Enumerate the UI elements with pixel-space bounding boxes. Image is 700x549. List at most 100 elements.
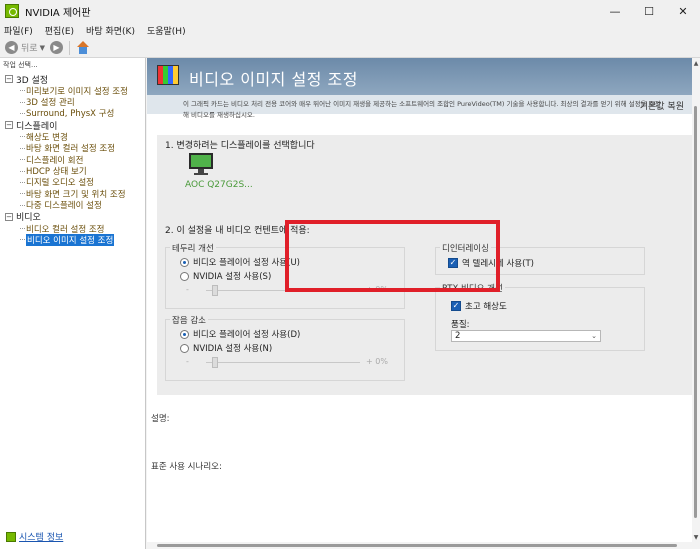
noise-nvidia-option[interactable]: NVIDIA 설정 사용(N) [180,342,272,354]
back-history-dropdown-icon[interactable]: ▼ [40,44,45,52]
radio-label: NVIDIA 설정 사용(N) [193,344,273,354]
slider-minus-label: - [186,285,189,294]
radio-label: 비디오 플레이어 설정 사용(U) [193,258,300,268]
usage-scenario-label: 표준 사용 시나리오: [151,462,222,472]
tree-item-label[interactable]: 3D 설정 관리 [26,96,75,108]
tree-item-label[interactable]: Surround, PhysX 구성 [26,107,114,119]
toolbar: ◀ 뒤로 ▼ ▶ [0,38,700,58]
slider-value-label: + 0% [366,357,388,366]
tree-category-label: 비디오 [16,213,41,224]
window-title: NVIDIA 제어판 [25,7,91,19]
back-arrow-icon[interactable]: ◀ [5,41,18,54]
radio-unselected-icon[interactable] [180,343,189,353]
display-monitor-icon[interactable] [189,153,213,177]
radio-unselected-icon[interactable] [180,271,189,281]
tree-item-video-color[interactable]: 비디오 컬러 설정 조정 [0,223,146,235]
vertical-scrollbar[interactable]: ▲ ▼ [692,58,700,546]
description-label: 설명: [151,414,170,424]
quality-label: 품질: [451,320,470,330]
group-title: 테두리 개선 [170,242,216,254]
tree-item-video-image[interactable]: 비디오 이미지 설정 조정 [0,234,146,246]
toolbar-separator [68,40,70,55]
chevron-down-icon[interactable]: ⌄ [591,331,597,341]
home-icon[interactable] [76,40,90,55]
system-info-link[interactable]: 시스템 정보 [6,530,63,543]
page-intro: 이 그래픽 카드는 비디오 처리 전용 코어와 매우 뛰어난 이미지 재생을 제… [183,99,688,121]
video-settings-icon [157,65,179,85]
group-title: 잡음 감소 [170,314,208,326]
tree-item-desktop-color[interactable]: 바탕 화면 컬러 설정 조정 [0,143,146,154]
tree-item-surround-physx[interactable]: Surround, PhysX 구성 [0,108,146,119]
menu-help[interactable]: 도움말(H) [147,24,186,37]
tree-category-3d[interactable]: − 3D 설정 [0,73,146,86]
tree-item-desktop-size[interactable]: 바탕 화면 크기 및 위치 조정 [0,188,146,200]
tree-item-label[interactable]: 디지털 오디오 설정 [26,176,94,188]
edge-player-option[interactable]: 비디오 플레이어 설정 사용(U) [180,256,300,268]
slider-track[interactable] [206,362,360,363]
task-panel-header: 작업 선택... [3,61,38,69]
quality-select[interactable]: 2 ⌄ [451,330,601,342]
slider-thumb[interactable] [212,357,218,368]
tree-item-label[interactable]: 해상도 변경 [26,131,68,143]
scroll-thumb[interactable] [694,106,697,518]
menu-file[interactable]: 파일(F) [4,24,33,37]
radio-label: NVIDIA 설정 사용(S) [193,272,272,282]
collapse-icon[interactable]: − [5,212,13,221]
tree-item-manage-3d[interactable]: 3D 설정 관리 [0,96,146,108]
intro-line: 이 그래픽 카드는 비디오 처리 전용 코어와 매우 뛰어난 이미지 재생을 제… [183,100,661,108]
tree-item-hdcp[interactable]: HDCP 상태 보기 [0,165,146,177]
back-button[interactable]: 뒤로 [21,41,38,54]
edge-nvidia-option[interactable]: NVIDIA 설정 사용(S) [180,270,271,282]
noise-slider[interactable]: - + 0% [180,357,388,368]
task-panel: 작업 선택... − 3D 설정 미리보기로 이미지 설정 조정 3D 설정 관… [0,58,146,549]
page-title: 비디오 이미지 설정 조정 [189,70,358,89]
minimize-button[interactable]: — [598,0,632,22]
tree-item-label[interactable]: 바탕 화면 컬러 설정 조정 [26,142,115,154]
collapse-icon[interactable]: − [5,75,13,83]
section-1-title: 1. 변경하려는 디스플레이를 선택합니다 [165,141,315,151]
checkbox-checked-icon[interactable]: ✓ [451,301,461,311]
slider-thumb[interactable] [212,285,218,296]
tree-item-digital-audio[interactable]: 디지털 오디오 설정 [0,177,146,188]
system-info-label[interactable]: 시스템 정보 [19,530,63,543]
rtx-video-group: RTX 비디오 개선 ✓ 초고 해상도 품질: 2 ⌄ [435,282,645,351]
horizontal-scroll-thumb[interactable] [157,544,677,547]
tree-category-display[interactable]: − 디스플레이 [0,119,146,132]
system-info-icon [6,531,16,542]
menu-bar: 파일(F) 편집(E) 바탕 화면(K) 도움말(H) [0,22,700,38]
tree-item-image-preview[interactable]: 미리보기로 이미지 설정 조정 [0,85,146,97]
tree-item-multi-display[interactable]: 다중 디스플레이 설정 [0,200,146,211]
scroll-down-icon[interactable]: ▼ [692,534,700,541]
noise-player-option[interactable]: 비디오 플레이어 설정 사용(D) [180,328,300,340]
task-tree: − 3D 설정 미리보기로 이미지 설정 조정 3D 설정 관리 Surroun… [0,73,146,246]
checkbox-label: 초고 해상도 [465,302,507,312]
display-name[interactable]: AOC Q27G2S... [185,180,253,190]
tree-item-label[interactable]: 다중 디스플레이 설정 [26,199,102,211]
tree-item-label[interactable]: 비디오 컬러 설정 조정 [26,223,105,235]
radio-label: 비디오 플레이어 설정 사용(D) [193,330,301,340]
super-resolution-option[interactable]: ✓ 초고 해상도 [451,300,507,312]
tree-category-video[interactable]: − 비디오 [0,211,146,223]
monitor-screen [189,153,213,169]
tree-item-resolution[interactable]: 해상도 변경 [0,131,146,143]
tree-category-label: 디스플레이 [16,121,58,132]
content-pane: 비디오 이미지 설정 조정 기본값 복원 이 그래픽 카드는 비디오 처리 전용… [147,58,692,546]
close-button[interactable]: ✕ [666,0,700,22]
forward-arrow-icon[interactable]: ▶ [49,41,63,54]
menu-desktop[interactable]: 바탕 화면(K) [86,24,135,37]
maximize-button[interactable]: ☐ [632,0,666,22]
window-controls: — ☐ ✕ [598,0,700,22]
tree-item-rotate[interactable]: 디스플레이 회전 [0,154,146,166]
page-banner: 비디오 이미지 설정 조정 [147,58,692,95]
scroll-up-icon[interactable]: ▲ [692,60,700,67]
radio-selected-icon[interactable] [180,257,189,267]
horizontal-scrollbar[interactable] [147,542,692,549]
tree-item-label[interactable]: 비디오 이미지 설정 조정 [26,234,115,246]
menu-edit[interactable]: 편집(E) [45,24,74,37]
tree-item-label[interactable]: 디스플레이 회전 [26,154,83,166]
tree-item-label[interactable]: 미리보기로 이미지 설정 조정 [26,85,128,97]
tree-item-label[interactable]: 바탕 화면 크기 및 위치 조정 [26,188,126,200]
collapse-icon[interactable]: − [5,121,13,130]
tree-item-label[interactable]: HDCP 상태 보기 [26,165,87,177]
radio-selected-icon[interactable] [180,329,189,339]
